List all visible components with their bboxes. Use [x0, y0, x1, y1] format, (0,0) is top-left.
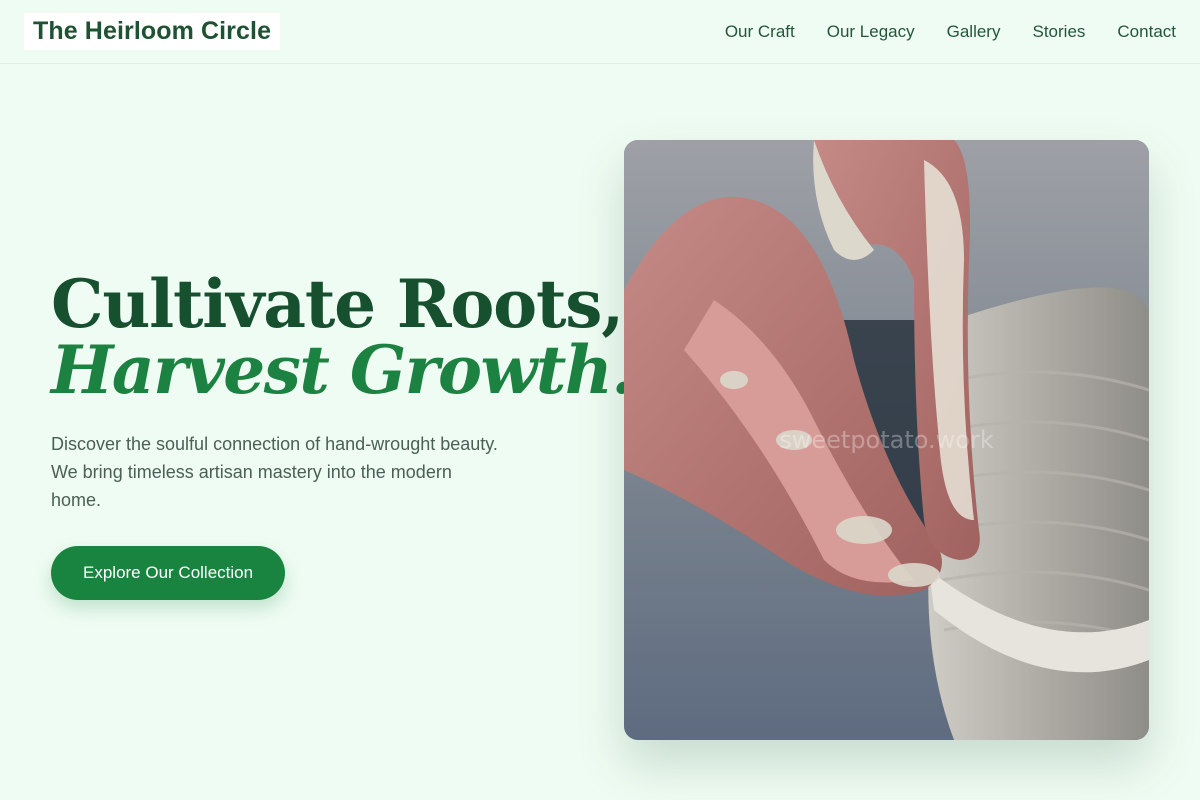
nav-link-our-craft[interactable]: Our Craft — [725, 22, 795, 42]
main-nav: Our Craft Our Legacy Gallery Stories Con… — [693, 22, 1176, 42]
site-header: The Heirloom Circle Our Craft Our Legacy… — [0, 0, 1200, 64]
nav-link-stories[interactable]: Stories — [1032, 22, 1085, 42]
nav-link-our-legacy[interactable]: Our Legacy — [827, 22, 915, 42]
hero-title-line1: Cultivate Roots, — [51, 265, 624, 343]
nav-link-contact[interactable]: Contact — [1117, 22, 1176, 42]
hero-title: Cultivate Roots, Harvest Growth. — [51, 265, 634, 409]
image-watermark: sweetpotato.work — [779, 426, 994, 454]
hero-image: sweetpotato.work — [624, 140, 1149, 740]
brand-logo[interactable]: The Heirloom Circle — [24, 13, 281, 50]
hero-subtitle: Discover the soulful connection of hand-… — [51, 434, 498, 510]
hero-title-line2: Harvest Growth. — [51, 331, 634, 409]
nav-link-gallery[interactable]: Gallery — [947, 22, 1001, 42]
hero-text: Cultivate Roots, Harvest Growth. Discove… — [51, 265, 634, 600]
explore-collection-button[interactable]: Explore Our Collection — [51, 546, 286, 600]
